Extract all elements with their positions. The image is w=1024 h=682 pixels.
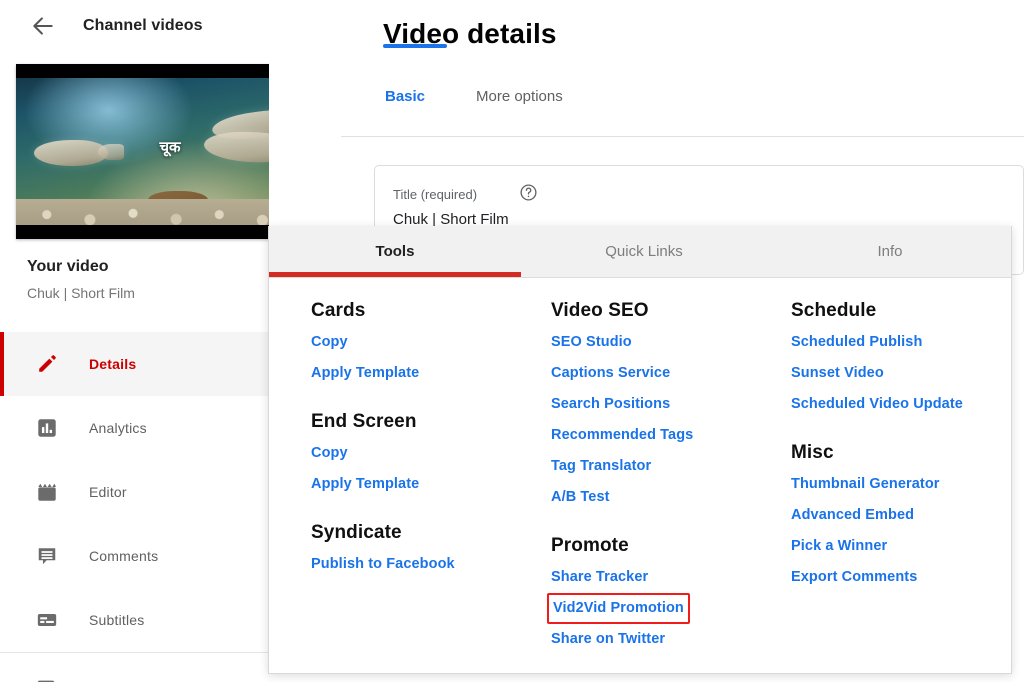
overlay-body: Cards Copy Apply Template End Screen Copy App…: [269, 278, 1011, 673]
tab-more-options[interactable]: More options: [476, 88, 563, 136]
overlay-group-title: Syndicate: [311, 522, 402, 543]
back-header-label: Channel videos: [83, 17, 203, 34]
tab-info[interactable]: Info: [767, 226, 1013, 277]
your-video-label: Your video: [27, 258, 109, 275]
overlay-link[interactable]: Copy: [311, 438, 348, 469]
sidebar-item-label: Subtitles: [89, 612, 145, 628]
overlay-group: Syndicate Publish to Facebook: [311, 522, 561, 580]
overlay-link[interactable]: Apply Template: [311, 358, 419, 389]
overlay-link[interactable]: SEO Studio: [551, 327, 632, 358]
overlay-link[interactable]: A/B Test: [551, 482, 610, 513]
subtitles-icon: [35, 608, 59, 632]
overlay-link[interactable]: Thumbnail Generator: [791, 469, 940, 500]
sidebar-item-label: Details: [89, 356, 137, 372]
overlay-group: Schedule Scheduled Publish Sunset Video Sch…: [791, 300, 1011, 420]
sidebar-nav: Details Analytics Editor Comments Subtit…: [0, 332, 269, 652]
overlay-link[interactable]: Sunset Video: [791, 358, 884, 389]
overlay-group-links: Scheduled Publish Sunset Video Scheduled V…: [791, 327, 1011, 420]
fish-shape: [98, 144, 124, 160]
overlay-group-title: Cards: [311, 300, 366, 321]
arrow-left-icon[interactable]: [26, 9, 60, 43]
sidebar-item-comments[interactable]: Comments: [0, 524, 269, 588]
overlay-group-title: Promote: [551, 535, 629, 556]
fish-shape: [34, 140, 108, 166]
overlay-group: Promote Share Tracker Vid2Vid Promotion Sha…: [547, 535, 781, 655]
sidebar-item-label: Analytics: [89, 420, 147, 436]
help-circle-icon[interactable]: [519, 183, 539, 203]
pencil-icon: [35, 352, 59, 376]
overlay-group-title: Video SEO: [551, 300, 649, 321]
back-header: Channel videos: [0, 0, 269, 52]
sidebar-overflow-icon[interactable]: [35, 676, 59, 682]
tab-basic[interactable]: Basic: [385, 88, 425, 136]
overlay-link[interactable]: Tag Translator: [551, 451, 651, 482]
bar-chart-icon: [35, 416, 59, 440]
app-root: Channel videos चूक 6:57 Your video Chuk …: [0, 0, 1024, 682]
overlay-group: Cards Copy Apply Template: [311, 300, 561, 389]
tabs-divider: [341, 136, 1024, 137]
overlay-link[interactable]: Scheduled Publish: [791, 327, 922, 358]
your-video-name: Chuk | Short Film: [27, 285, 135, 301]
overlay-column-2: Schedule Scheduled Publish Sunset Video Sch…: [791, 278, 1011, 593]
overlay-link[interactable]: Advanced Embed: [791, 500, 914, 531]
overlay-group-links: Publish to Facebook: [311, 549, 561, 580]
left-sidebar: Channel videos चूक 6:57 Your video Chuk …: [0, 0, 324, 682]
overlay-link[interactable]: Recommended Tags: [551, 420, 693, 451]
overlay-link[interactable]: Search Positions: [551, 389, 670, 420]
overlay-group-links: Copy Apply Template: [311, 327, 561, 389]
clapper-icon: [35, 480, 59, 504]
sidebar-item-analytics[interactable]: Analytics: [0, 396, 269, 460]
sidebar-item-label: Comments: [89, 548, 159, 564]
tab-tools[interactable]: Tools: [269, 226, 521, 277]
overlay-group-title: Schedule: [791, 300, 877, 321]
overlay-link[interactable]: Export Comments: [791, 562, 917, 593]
overlay-group: Misc Thumbnail Generator Advanced Embed Pic…: [791, 442, 1011, 593]
overlay-link[interactable]: Captions Service: [551, 358, 670, 389]
overlay-group-links: SEO Studio Captions Service Search Positio…: [551, 327, 781, 513]
overlay-link[interactable]: Vid2Vid Promotion: [547, 593, 690, 624]
tab-active-underline: [383, 44, 447, 48]
overlay-group-title: Misc: [791, 442, 834, 463]
your-video-block: Your video Chuk | Short Film: [27, 258, 267, 301]
sidebar-item-label: Editor: [89, 484, 127, 500]
sidebar-item-details[interactable]: Details: [0, 332, 269, 396]
thumbnail-caption: चूक: [159, 138, 181, 157]
overlay-link[interactable]: Publish to Facebook: [311, 549, 455, 580]
overlay-group-links: Share Tracker Vid2Vid Promotion Share on T…: [547, 562, 781, 655]
overlay-group-title: End Screen: [311, 411, 417, 432]
comment-icon: [35, 544, 59, 568]
overlay-group: End Screen Copy Apply Template: [311, 411, 561, 500]
overlay-link[interactable]: Share Tracker: [551, 562, 648, 593]
title-field-label: Title (required): [393, 187, 478, 202]
overlay-link[interactable]: Share on Twitter: [551, 624, 665, 655]
main-tabs: Basic More options: [341, 88, 1024, 136]
tab-quick-links[interactable]: Quick Links: [521, 226, 767, 277]
overlay-tab-underline: [269, 272, 521, 277]
sidebar-divider: [0, 652, 269, 653]
overlay-group: Video SEO SEO Studio Captions Service Searc…: [551, 300, 781, 513]
overlay-link[interactable]: Pick a Winner: [791, 531, 887, 562]
overlay-group-links: Thumbnail Generator Advanced Embed Pick a …: [791, 469, 1011, 593]
sidebar-item-editor[interactable]: Editor: [0, 460, 269, 524]
overlay-tabs: Tools Quick Links Info: [269, 226, 1011, 278]
overlay-column-0: Cards Copy Apply Template End Screen Copy App…: [311, 278, 561, 580]
tools-overlay-panel: Tools Quick Links Info Cards Copy Apply Te…: [268, 226, 1012, 674]
overlay-column-1: Video SEO SEO Studio Captions Service Searc…: [547, 278, 781, 655]
sidebar-item-subtitles[interactable]: Subtitles: [0, 588, 269, 652]
overlay-link[interactable]: Scheduled Video Update: [791, 389, 963, 420]
overlay-link[interactable]: Apply Template: [311, 469, 419, 500]
overlay-link[interactable]: Copy: [311, 327, 348, 358]
overlay-group-links: Copy Apply Template: [311, 438, 561, 500]
